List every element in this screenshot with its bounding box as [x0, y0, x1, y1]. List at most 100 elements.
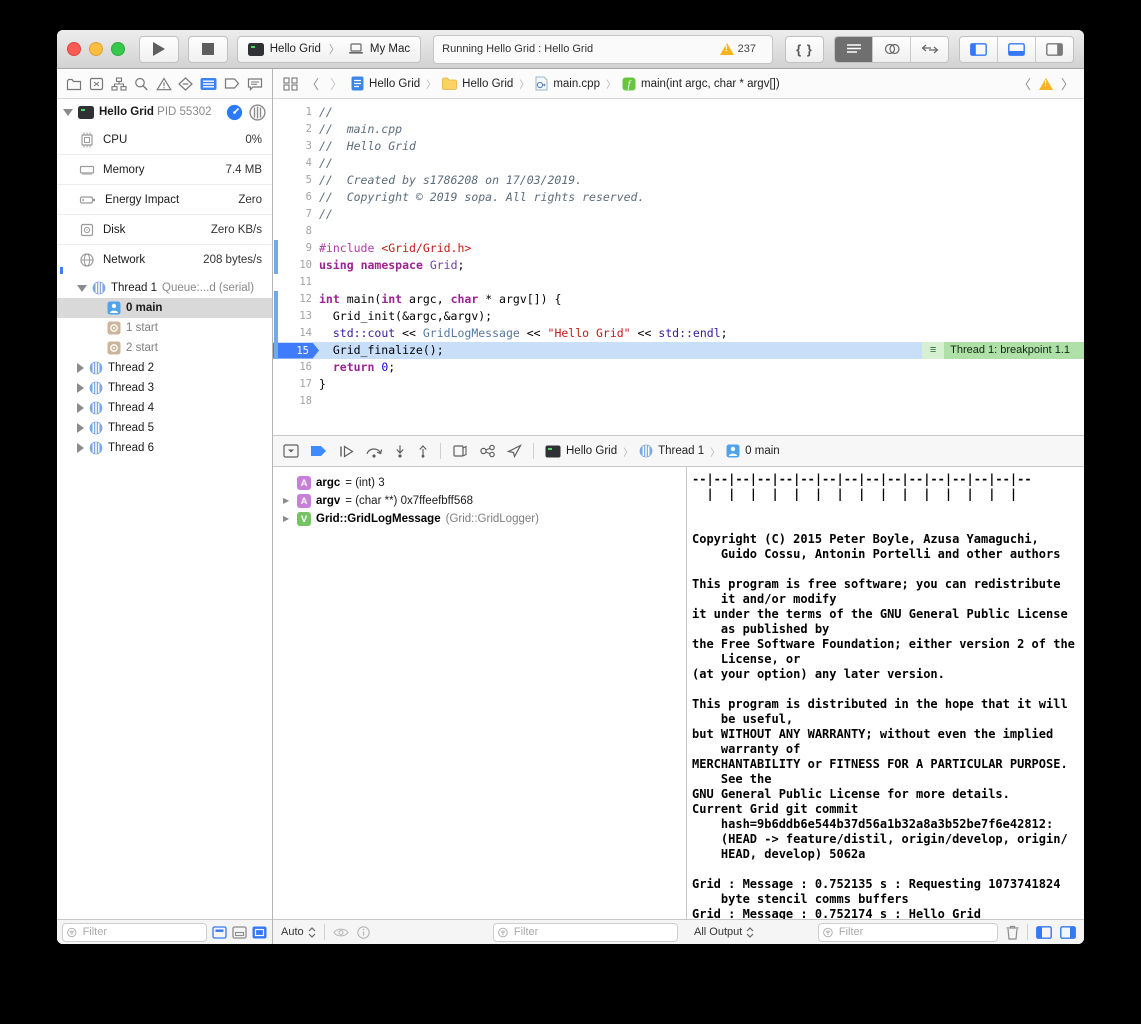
line-number[interactable]: 13: [273, 308, 319, 325]
minimize-window-button[interactable]: [89, 42, 103, 56]
toggle-variables-view-icon[interactable]: [1036, 926, 1052, 939]
code-line[interactable]: 7//: [273, 206, 1084, 223]
console-output[interactable]: --|--|--|--|--|--|--|--|--|--|--|--|--|-…: [687, 467, 1084, 919]
disclosure-right-icon[interactable]: [77, 403, 84, 413]
thread-row[interactable]: Thread 1Queue:...d (serial): [57, 278, 272, 298]
disclosure-right-icon[interactable]: ▶: [283, 510, 292, 528]
thread-row[interactable]: Thread 3: [57, 378, 272, 398]
line-number[interactable]: 9: [273, 240, 319, 257]
variable-row[interactable]: Aargc= (int) 3: [273, 474, 686, 492]
code-line[interactable]: 16 return 0;: [273, 359, 1084, 376]
line-number[interactable]: 4: [273, 155, 319, 172]
gauge-row-disk[interactable]: DiskZero KB/s: [57, 214, 272, 244]
next-issue-button[interactable]: 〉: [1061, 74, 1074, 93]
variables-scope-popup[interactable]: Auto: [281, 926, 316, 938]
line-number[interactable]: 10: [273, 257, 319, 274]
line-number[interactable]: 18: [273, 393, 319, 410]
navigator-filter-field[interactable]: [62, 923, 207, 942]
code-line[interactable]: 14 std::cout << GridLogMessage << "Hello…: [273, 325, 1084, 342]
flag-filter-icon[interactable]: [212, 926, 227, 939]
issue-navigator-icon[interactable]: [156, 77, 172, 91]
disclosure-right-icon[interactable]: [77, 423, 84, 433]
close-window-button[interactable]: [67, 42, 81, 56]
view-mode-icon[interactable]: [232, 926, 247, 939]
code-line[interactable]: 12int main(int argc, char * argv[]) {: [273, 291, 1084, 308]
disclosure-right-icon[interactable]: ▶: [283, 492, 292, 510]
variables-filter-input[interactable]: [512, 925, 673, 939]
line-number[interactable]: 2: [273, 121, 319, 138]
jumpbar-item[interactable]: Hello Grid: [369, 78, 420, 90]
related-items-icon[interactable]: [283, 77, 298, 91]
toggle-console-icon[interactable]: [1060, 926, 1076, 939]
console-filter-field[interactable]: [818, 923, 998, 942]
line-number[interactable]: 8: [273, 223, 319, 240]
step-over-button[interactable]: [365, 445, 383, 458]
debug-navigator-icon[interactable]: [200, 77, 217, 91]
variables-view[interactable]: Aargc= (int) 3▶Aargv= (char **) 0x7ffeef…: [273, 467, 687, 919]
warning-count-badge[interactable]: 237: [712, 41, 764, 57]
variable-row[interactable]: ▶Aargv= (char **) 0x7ffeefbff568: [273, 492, 686, 510]
thread-row[interactable]: Thread 6: [57, 438, 272, 458]
code-line[interactable]: 2// main.cpp: [273, 121, 1084, 138]
line-number[interactable]: 7: [273, 206, 319, 223]
version-editor-button[interactable]: [911, 37, 948, 62]
view-hierarchy-button[interactable]: [452, 444, 468, 458]
source-control-navigator-icon[interactable]: [89, 77, 104, 91]
disclosure-right-icon[interactable]: [77, 363, 84, 373]
disclosure-right-icon[interactable]: [77, 443, 84, 453]
disclosure-down-icon[interactable]: [63, 109, 73, 116]
library-button[interactable]: { }: [785, 36, 824, 63]
debug-crumb-item[interactable]: Thread 1: [658, 445, 704, 457]
zoom-window-button[interactable]: [111, 42, 125, 56]
toggle-debug-area-button[interactable]: [998, 37, 1036, 62]
line-number[interactable]: 6: [273, 189, 319, 206]
debug-crumb-item[interactable]: 0 main: [745, 445, 780, 457]
code-line[interactable]: 5// Created by s1786208 on 17/03/2019.: [273, 172, 1084, 189]
quicklook-eye-icon[interactable]: [333, 927, 349, 938]
step-out-button[interactable]: [417, 445, 429, 458]
code-line[interactable]: 9#include <Grid/Grid.h>: [273, 240, 1084, 257]
disclosure-right-icon[interactable]: [77, 383, 84, 393]
stack-frame-row[interactable]: 1 start: [57, 318, 272, 338]
stack-filter-icon[interactable]: [252, 926, 267, 939]
code-line[interactable]: 15 Grid_finalize();≡Thread 1: breakpoint…: [273, 342, 1084, 359]
code-line[interactable]: 8: [273, 223, 1084, 240]
jumpbar-item[interactable]: main(int argc, char * argv[]): [641, 78, 780, 90]
stack-frame-row[interactable]: 0 main: [57, 298, 272, 318]
disclosure-down-icon[interactable]: [77, 285, 87, 292]
project-navigator-icon[interactable]: [66, 77, 82, 91]
memory-graph-button[interactable]: [479, 444, 496, 458]
line-number[interactable]: 16: [273, 359, 319, 376]
report-navigator-icon[interactable]: [247, 77, 263, 91]
line-number[interactable]: 5: [273, 172, 319, 189]
breakpoint-navigator-icon[interactable]: [224, 77, 240, 90]
previous-issue-button[interactable]: 〈: [1018, 74, 1031, 93]
assistant-editor-button[interactable]: [873, 37, 911, 62]
symbol-navigator-icon[interactable]: [111, 77, 127, 91]
breakpoint-annotation[interactable]: ≡Thread 1: breakpoint 1.1: [922, 342, 1084, 359]
gauge-row-network[interactable]: Network208 bytes/s: [57, 244, 272, 274]
forward-button[interactable]: 〉: [327, 74, 346, 93]
stop-button[interactable]: [188, 36, 228, 63]
find-navigator-icon[interactable]: [134, 77, 149, 91]
code-line[interactable]: 10using namespace Grid;: [273, 257, 1084, 274]
scheme-selector[interactable]: Hello Grid 〉 My Mac: [237, 36, 421, 63]
code-line[interactable]: 6// Copyright © 2019 sopa. All rights re…: [273, 189, 1084, 206]
thread-row[interactable]: Thread 2: [57, 358, 272, 378]
jumpbar-item[interactable]: main.cpp: [553, 78, 600, 90]
code-line[interactable]: 18: [273, 393, 1084, 410]
jumpbar-item[interactable]: Hello Grid: [462, 78, 513, 90]
line-number[interactable]: 3: [273, 138, 319, 155]
source-editor[interactable]: 1//2// main.cpp3// Hello Grid4//5// Crea…: [273, 99, 1084, 435]
trash-icon[interactable]: [1006, 925, 1019, 940]
code-line[interactable]: 4//: [273, 155, 1084, 172]
run-button[interactable]: [139, 36, 179, 63]
thread-row[interactable]: Thread 4: [57, 398, 272, 418]
code-line[interactable]: 13 Grid_init(&argc,&argv);: [273, 308, 1084, 325]
process-row[interactable]: Hello Grid PID 55302: [57, 99, 272, 125]
console-filter-input[interactable]: [837, 925, 993, 939]
navigator-filter-input[interactable]: [81, 925, 202, 939]
continue-button[interactable]: [338, 445, 354, 458]
toggle-inspector-button[interactable]: [1036, 37, 1073, 62]
threads-toggle-icon[interactable]: [249, 104, 266, 121]
